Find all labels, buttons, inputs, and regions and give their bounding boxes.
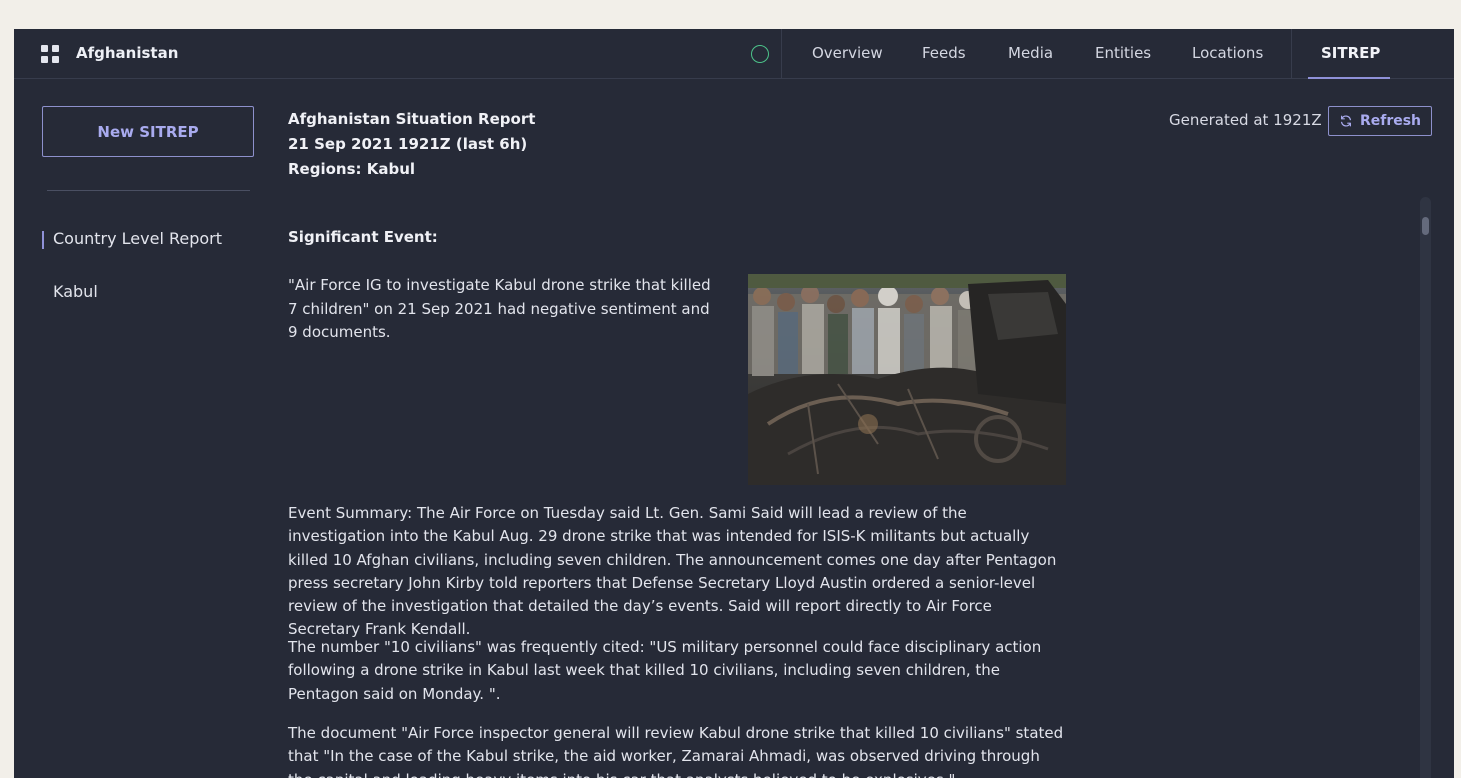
- nav-divider: [1291, 29, 1292, 79]
- document-quote-paragraph: The document "Air Force inspector genera…: [288, 724, 1064, 778]
- tab-media[interactable]: Media: [1008, 44, 1053, 62]
- tab-entities[interactable]: Entities: [1095, 44, 1151, 62]
- sidebar-divider: [47, 190, 250, 191]
- refresh-button[interactable]: Refresh: [1328, 106, 1432, 136]
- tab-feeds[interactable]: Feeds: [922, 44, 966, 62]
- report-header: Afghanistan Situation Report 21 Sep 2021…: [288, 107, 535, 182]
- apps-grid-icon[interactable]: [41, 45, 60, 63]
- event-summary: Event Summary: The Air Force on Tuesday …: [288, 504, 1057, 639]
- app-window: Afghanistan Overview Feeds Media Entitie…: [14, 29, 1454, 778]
- sidebar-item-kabul[interactable]: Kabul: [53, 282, 98, 301]
- report-regions: Regions: Kabul: [288, 160, 416, 178]
- event-lede: "Air Force IG to investigate Kabul drone…: [288, 276, 711, 341]
- report-date-range: 21 Sep 2021 1921Z (last 6h): [288, 135, 528, 153]
- active-item-indicator: [42, 231, 44, 249]
- report-title: Afghanistan Situation Report: [288, 110, 536, 128]
- cited-number-paragraph: The number "10 civilians" was frequently…: [288, 638, 1042, 703]
- tab-sitrep[interactable]: SITREP: [1321, 44, 1380, 62]
- nav-divider: [781, 29, 782, 79]
- active-tab-indicator: [1308, 77, 1390, 79]
- event-photo: [748, 274, 1066, 485]
- significant-event-heading: Significant Event:: [288, 228, 438, 246]
- event-photo-image: [748, 274, 1066, 485]
- sidebar-item-country-level-report[interactable]: Country Level Report: [53, 229, 222, 248]
- generated-timestamp: Generated at 1921Z: [1169, 111, 1322, 129]
- app-title: Afghanistan: [76, 44, 179, 62]
- tab-locations[interactable]: Locations: [1192, 44, 1263, 62]
- refresh-label: Refresh: [1359, 113, 1422, 129]
- scrollbar-thumb[interactable]: [1422, 217, 1429, 235]
- content-scrollbar[interactable]: [1420, 197, 1431, 778]
- refresh-icon: [1340, 115, 1351, 127]
- new-sitrep-button[interactable]: New SITREP: [42, 106, 254, 157]
- tab-overview[interactable]: Overview: [812, 44, 883, 62]
- status-indicator-icon: [751, 45, 769, 63]
- top-bar: Afghanistan Overview Feeds Media Entitie…: [14, 29, 1454, 79]
